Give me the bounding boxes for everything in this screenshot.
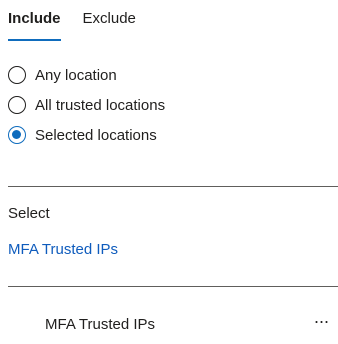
- radio-label: Selected locations: [35, 126, 157, 144]
- tab-bar: Include Exclude: [8, 0, 158, 44]
- tab-include[interactable]: Include: [8, 0, 61, 44]
- tab-exclude[interactable]: Exclude: [83, 0, 136, 44]
- more-options-icon[interactable]: ...: [314, 307, 329, 328]
- divider: [8, 186, 338, 187]
- divider: [8, 286, 338, 287]
- radio-button[interactable]: [8, 96, 26, 114]
- radio-all-trusted-locations[interactable]: All trusted locations: [8, 90, 165, 120]
- radio-button[interactable]: [8, 66, 26, 84]
- select-locations-link[interactable]: MFA Trusted IPs: [8, 241, 118, 258]
- selected-location-row: MFA Trusted IPs ...: [8, 302, 338, 342]
- radio-button-selected[interactable]: [8, 126, 26, 144]
- radio-label: All trusted locations: [35, 96, 166, 114]
- location-radio-group: Any location All trusted locations Selec…: [8, 60, 165, 150]
- radio-label: Any location: [35, 66, 117, 84]
- select-label: Select: [8, 205, 50, 222]
- selected-location-name: MFA Trusted IPs: [45, 316, 156, 333]
- radio-selected-locations[interactable]: Selected locations: [8, 120, 165, 150]
- radio-any-location[interactable]: Any location: [8, 60, 165, 90]
